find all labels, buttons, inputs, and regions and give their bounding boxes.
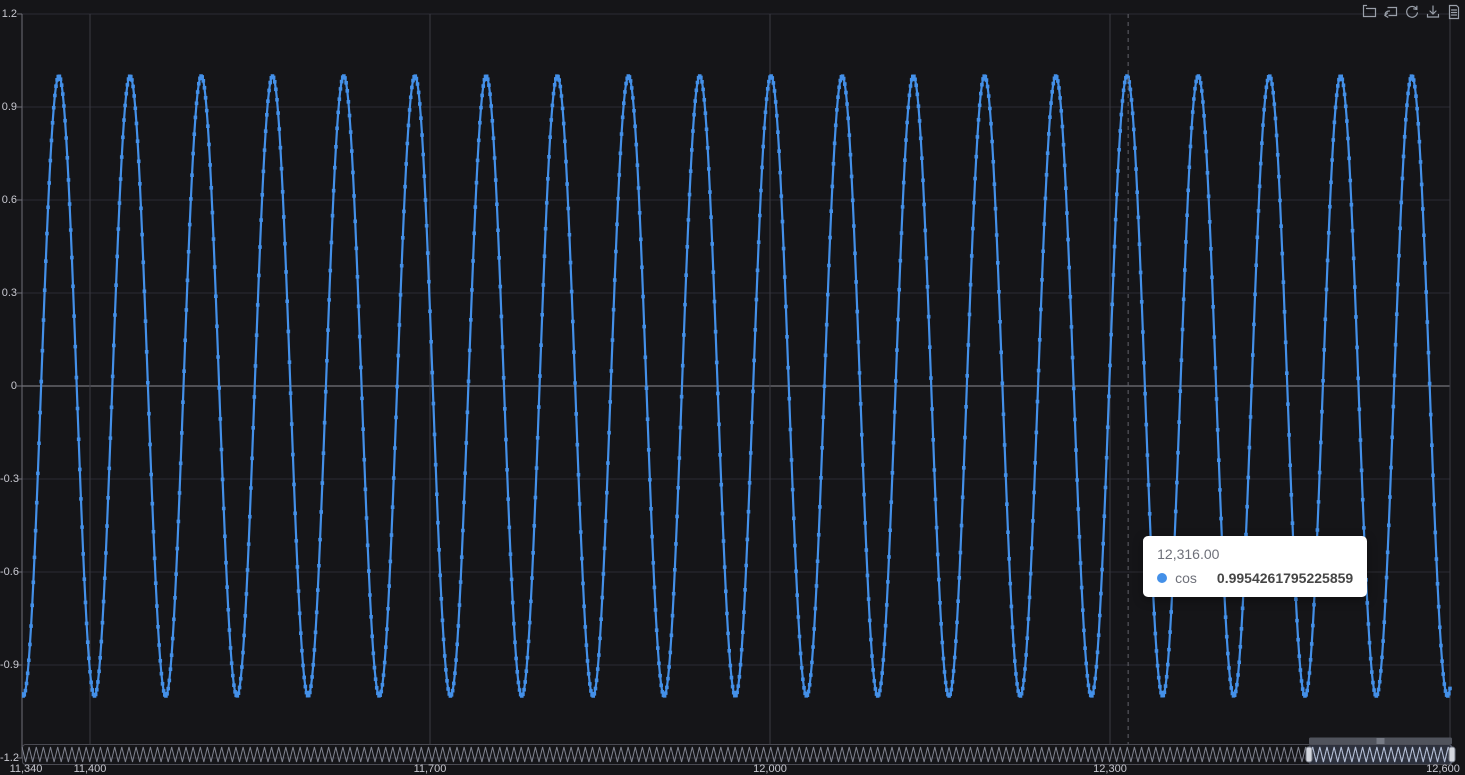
datazoom-window[interactable]: [1309, 745, 1452, 764]
y-axis-label: 0.9: [1, 101, 17, 113]
chart-app: 1.2 0.9 0.6 0.3 0 -0.3 -0.6 -0.9 -1.2 11,340 11,4…: [0, 0, 1465, 775]
restore-icon[interactable]: [1404, 4, 1420, 20]
y-axis-label: 0.6: [1, 194, 17, 206]
zoom-select-icon[interactable]: [1362, 4, 1378, 20]
save-image-icon[interactable]: [1425, 4, 1441, 20]
zoom-reset-icon[interactable]: [1383, 4, 1399, 20]
tooltip: 12,316.00 cos 0.9954261795225859: [1143, 536, 1368, 598]
gridlines: [22, 13, 1451, 759]
y-axis-label: 1.2: [1, 8, 17, 20]
chart-canvas[interactable]: [0, 0, 1465, 775]
x-axis-label: 11,340: [9, 763, 43, 775]
y-axis-label: -0.6: [0, 566, 19, 578]
tooltip-x-value: 12,316.00: [1157, 546, 1220, 562]
tooltip-series-name: cos: [1175, 570, 1197, 587]
toolbox: [1362, 4, 1462, 20]
tooltip-series-row: cos 0.9954261795225859: [1157, 569, 1353, 587]
datazoom-slider[interactable]: [21, 737, 1456, 765]
x-axis-label: 12,300: [1093, 763, 1127, 775]
x-axis-label: 12,600: [1426, 763, 1460, 775]
y-axis-label: 0: [10, 380, 17, 392]
data-view-icon[interactable]: [1446, 4, 1462, 20]
datazoom-handle-right[interactable]: [1448, 746, 1456, 763]
datazoom-mini-wave: [21, 746, 1453, 763]
y-axis-label: -0.9: [0, 659, 19, 671]
y-axis: [17, 13, 23, 759]
tooltip-value: 0.9954261795225859: [1216, 570, 1354, 587]
x-axis-label: 11,700: [413, 763, 447, 775]
y-axis-label: -0.3: [0, 473, 19, 485]
series-dot-icon: [1157, 573, 1168, 584]
x-axis-label: 12,000: [753, 763, 787, 775]
datazoom-handle-left[interactable]: [1305, 746, 1313, 763]
y-axis-label: 0.3: [1, 287, 17, 299]
x-axis-label: 11,400: [73, 763, 107, 775]
